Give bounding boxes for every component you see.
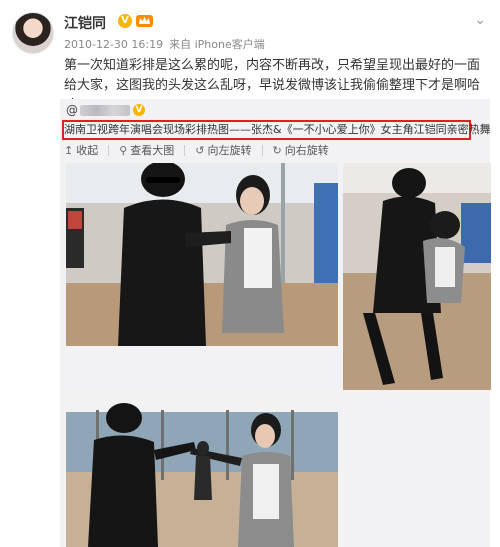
photo-3[interactable] bbox=[66, 390, 338, 547]
divider bbox=[261, 144, 263, 156]
collapse-label: 收起 bbox=[76, 144, 99, 157]
avatar[interactable] bbox=[12, 12, 54, 54]
rotate-left-icon: ↺ bbox=[195, 143, 205, 157]
member-crown-icon bbox=[136, 15, 153, 27]
verified-badge-icon: V bbox=[118, 14, 132, 28]
reposted-content: @ V 湖南卫视跨年演唱会现场彩排热图——张杰&《一不小心爱上你》女主角江铠同亲… bbox=[60, 99, 491, 547]
view-large-button[interactable]: ⚲ 查看大图 bbox=[119, 142, 174, 158]
post-source[interactable]: 来自 iPhone客户端 bbox=[169, 38, 265, 51]
rotate-left-button[interactable]: ↺ 向左旋转 bbox=[195, 142, 251, 158]
photo-1-image bbox=[66, 163, 338, 346]
post-meta: 2010-12-30 16:19 来自 iPhone客户端 bbox=[64, 36, 271, 52]
image-toolbar: ↥ 收起 ⚲ 查看大图 ↺ 向左旋转 ↻ 向右旋转 bbox=[64, 142, 339, 158]
rotate-right-button[interactable]: ↻ 向右旋转 bbox=[273, 142, 329, 158]
collapse-button[interactable]: ↥ 收起 bbox=[64, 142, 98, 158]
rotate-right-label: 向右旋转 bbox=[284, 144, 329, 157]
verified-badge-icon: V bbox=[133, 104, 145, 116]
blurred-username bbox=[80, 104, 130, 116]
rotate-right-icon: ↻ bbox=[272, 143, 282, 157]
magnifier-icon: ⚲ bbox=[119, 143, 128, 157]
repost-text: 湖南卫视跨年演唱会现场彩排热图——张杰&《一不小心爱上你》女主角江铠同亲密热舞 bbox=[64, 123, 491, 136]
photo-2[interactable] bbox=[343, 163, 491, 390]
arrow-up-icon: ↥ bbox=[64, 143, 74, 157]
post-timestamp[interactable]: 2010-12-30 16:19 bbox=[64, 38, 163, 51]
at-sign: @ bbox=[66, 103, 78, 117]
repost-author[interactable]: @ V bbox=[66, 103, 145, 117]
rotate-left-label: 向左旋转 bbox=[207, 144, 252, 157]
photo-1[interactable] bbox=[66, 163, 338, 346]
photo-2-image bbox=[343, 163, 491, 390]
divider bbox=[108, 144, 110, 156]
author-name[interactable]: 江铠同 bbox=[64, 13, 106, 33]
chevron-down-icon[interactable]: ⌄ bbox=[474, 12, 486, 28]
weibo-post: 江铠同 V ⌄ 2010-12-30 16:19 来自 iPhone客户端 第一次… bbox=[0, 0, 500, 547]
view-large-label: 查看大图 bbox=[130, 144, 175, 157]
photo-3-image bbox=[66, 390, 338, 547]
divider bbox=[184, 144, 186, 156]
